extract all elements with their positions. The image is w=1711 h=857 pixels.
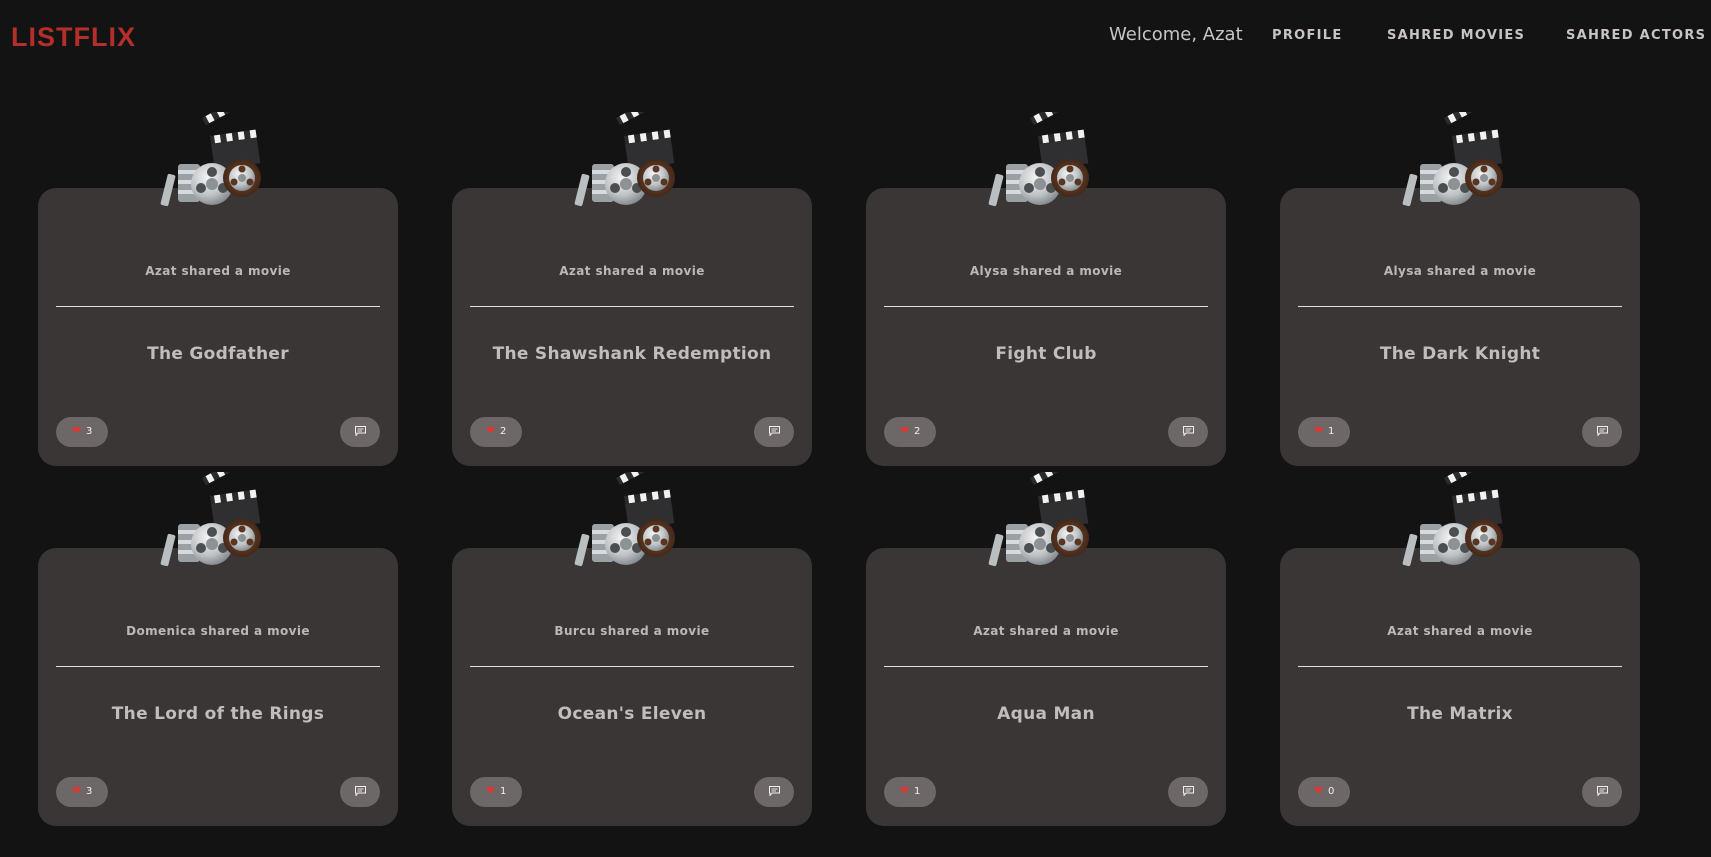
film-reel-icon	[988, 472, 1089, 567]
movie-title: The Shawshank Redemption	[492, 344, 772, 364]
card-divider	[470, 666, 794, 667]
film-reel-icon	[1402, 112, 1503, 207]
movie-title: Fight Club	[995, 344, 1097, 364]
nav-shared-actors-link[interactable]: SAHRED ACTORS	[1566, 28, 1706, 43]
comment-button[interactable]	[340, 777, 380, 807]
card-divider	[56, 666, 380, 667]
card-sharer-text: Burcu shared a movie	[554, 624, 710, 638]
heart-icon: ❤	[72, 424, 82, 437]
heart-icon: ❤	[486, 424, 496, 437]
nav-shared-movies-link[interactable]: SAHRED MOVIES	[1387, 28, 1525, 43]
comment-icon	[1597, 786, 1608, 796]
comment-icon	[1597, 426, 1608, 436]
movie-title: The Godfather	[147, 344, 289, 364]
movie-card[interactable]: Azat shared a movie The Shawshank Redempt…	[452, 112, 812, 466]
like-count: 2	[914, 426, 921, 437]
like-button[interactable]: ❤ 1	[470, 777, 522, 807]
like-count: 3	[86, 786, 93, 797]
movie-card[interactable]: Alysa shared a movie Fight Club ❤ 2	[866, 112, 1226, 466]
card-sharer-text: Domenica shared a movie	[126, 624, 310, 638]
card-divider	[1298, 666, 1622, 667]
heart-icon: ❤	[900, 424, 910, 437]
comment-icon	[769, 426, 780, 436]
movie-card[interactable]: Azat shared a movie Aqua Man ❤ 1	[866, 472, 1226, 826]
heart-icon: ❤	[72, 784, 82, 797]
film-reel-icon	[1402, 472, 1503, 567]
comment-button[interactable]	[754, 777, 794, 807]
card-sharer-text: Azat shared a movie	[559, 264, 705, 278]
comment-button[interactable]	[1168, 417, 1208, 447]
card-divider	[56, 306, 380, 307]
card-sharer-text: Azat shared a movie	[1387, 624, 1533, 638]
comment-icon	[1183, 426, 1194, 436]
film-reel-icon	[160, 112, 261, 207]
movie-card[interactable]: Domenica shared a movie The Lord of the R…	[38, 472, 398, 826]
comment-button[interactable]	[1582, 777, 1622, 807]
comment-icon	[769, 786, 780, 796]
like-button[interactable]: ❤ 1	[1298, 417, 1350, 447]
like-count: 0	[1328, 786, 1335, 797]
top-navbar: LISTFLIX Welcome, Azat PROFILE SAHRED MO…	[0, 0, 1711, 74]
card-sharer-text: Alysa shared a movie	[969, 264, 1123, 278]
card-sharer-text: Alysa shared a movie	[1383, 264, 1537, 278]
heart-icon: ❤	[1314, 784, 1324, 797]
comment-icon	[355, 426, 366, 436]
movie-card[interactable]: Azat shared a movie The Matrix ❤ 0	[1280, 472, 1640, 826]
like-count: 1	[914, 786, 921, 797]
like-button[interactable]: ❤ 2	[470, 417, 522, 447]
movie-card[interactable]: Azat shared a movie The Godfather ❤ 3	[38, 112, 398, 466]
heart-icon: ❤	[1314, 424, 1324, 437]
comment-button[interactable]	[754, 417, 794, 447]
like-count: 3	[86, 426, 93, 437]
movie-card[interactable]: Alysa shared a movie The Dark Knight ❤ 1	[1280, 112, 1640, 466]
like-count: 1	[1328, 426, 1335, 437]
card-sharer-text: Azat shared a movie	[145, 264, 291, 278]
comment-icon	[355, 786, 366, 796]
film-reel-icon	[988, 112, 1089, 207]
like-button[interactable]: ❤ 2	[884, 417, 936, 447]
app-logo[interactable]: LISTFLIX	[11, 22, 136, 53]
film-reel-icon	[574, 112, 675, 207]
film-reel-icon	[160, 472, 261, 567]
movie-title: The Matrix	[1407, 704, 1513, 724]
card-divider	[1298, 306, 1622, 307]
comment-button[interactable]	[1582, 417, 1622, 447]
welcome-text: Welcome, Azat	[1109, 24, 1243, 45]
like-count: 2	[500, 426, 507, 437]
comment-icon	[1183, 786, 1194, 796]
movie-title: Ocean's Eleven	[557, 704, 707, 724]
like-button[interactable]: ❤ 3	[56, 777, 108, 807]
like-button[interactable]: ❤ 0	[1298, 777, 1350, 807]
like-button[interactable]: ❤ 1	[884, 777, 936, 807]
heart-icon: ❤	[486, 784, 496, 797]
like-count: 1	[500, 786, 507, 797]
comment-button[interactable]	[1168, 777, 1208, 807]
movie-card[interactable]: Burcu shared a movie Ocean's Eleven ❤ 1	[452, 472, 812, 826]
nav-profile-link[interactable]: PROFILE	[1272, 28, 1343, 43]
card-sharer-text: Azat shared a movie	[973, 624, 1119, 638]
comment-button[interactable]	[340, 417, 380, 447]
card-divider	[884, 666, 1208, 667]
card-divider	[470, 306, 794, 307]
movie-title: Aqua Man	[997, 704, 1095, 724]
movie-title: The Dark Knight	[1379, 344, 1541, 364]
film-reel-icon	[574, 472, 675, 567]
movie-title: The Lord of the Rings	[111, 704, 325, 724]
like-button[interactable]: ❤ 3	[56, 417, 108, 447]
heart-icon: ❤	[900, 784, 910, 797]
card-divider	[884, 306, 1208, 307]
